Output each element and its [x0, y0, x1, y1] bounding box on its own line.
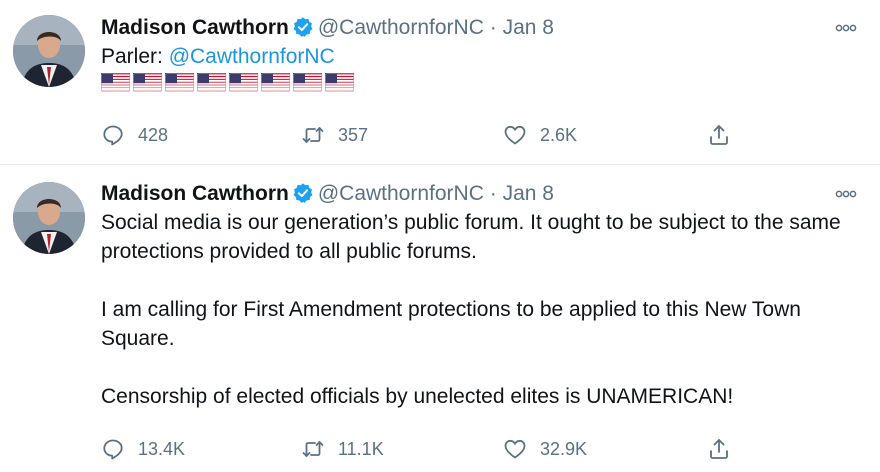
share-icon [710, 125, 728, 145]
flag-emoji-row: 🇺🇸🇺🇸🇺🇸🇺🇸🇺🇸🇺🇸🇺🇸🇺🇸 [101, 73, 860, 93]
tweet-actions: 428 357 2.6K [101, 119, 761, 151]
retweet-button[interactable]: 357 [301, 119, 368, 151]
avatar[interactable] [13, 15, 85, 87]
tweet-date[interactable]: Jan 8 [503, 16, 554, 39]
us-flag-emoji-icon [101, 73, 130, 92]
reply-icon [103, 125, 123, 146]
author-name[interactable]: Madison Cawthorn [101, 182, 289, 205]
avatar[interactable] [13, 182, 85, 254]
reply-count: 428 [138, 124, 169, 145]
heart-icon [504, 439, 526, 459]
share-button[interactable] [707, 433, 731, 465]
reply-count: 13.4K [138, 438, 186, 459]
verified-badge-icon [293, 17, 313, 37]
tweet-1[interactable]: Madison Cawthorn @CawthornforNC · Jan 8 P… [0, 0, 880, 164]
verified-badge-icon [293, 183, 313, 203]
tweet-header: Madison Cawthorn @CawthornforNC · Jan 8 [101, 180, 860, 208]
tweet-paragraph: Social media is our generation’s public … [101, 211, 841, 263]
tweet-header: Madison Cawthorn @CawthornforNC · Jan 8 [101, 14, 860, 42]
mention-link[interactable]: @CawthornforNC [169, 45, 335, 68]
reply-icon [103, 439, 123, 460]
like-button[interactable]: 2.6K [503, 119, 577, 151]
tweet-text: Social media is our generation’s public … [101, 208, 860, 411]
text-prefix: Parler: [101, 45, 169, 68]
heart-icon [504, 125, 526, 145]
avatar-photo [13, 182, 85, 254]
tweet-date[interactable]: Jan 8 [503, 182, 554, 205]
retweet-icon [302, 441, 324, 457]
separator-dot: · [489, 182, 497, 205]
more-options-icon[interactable] [832, 14, 860, 42]
us-flag-emoji-icon [229, 73, 258, 92]
reply-button[interactable]: 428 [101, 119, 168, 151]
reply-button[interactable]: 13.4K [101, 433, 185, 465]
author-name[interactable]: Madison Cawthorn [101, 16, 289, 39]
author-handle[interactable]: @CawthornforNC [318, 16, 484, 39]
retweet-button[interactable]: 11.1K [301, 433, 384, 465]
like-button[interactable]: 32.9K [503, 433, 587, 465]
retweet-icon [302, 127, 324, 143]
like-count: 32.9K [540, 438, 588, 459]
us-flag-emoji-icon [133, 73, 162, 92]
author-handle[interactable]: @CawthornforNC [318, 182, 484, 205]
like-count: 2.6K [540, 124, 578, 145]
us-flag-emoji-icon [165, 73, 194, 92]
us-flag-emoji-icon [261, 73, 290, 92]
share-icon [710, 439, 728, 459]
more-options-icon[interactable] [832, 180, 860, 208]
tweet-text: Parler: @CawthornforNC [101, 42, 860, 71]
separator-dot: · [489, 16, 497, 39]
tweet-actions: 13.4K 11.1K 32.9K [101, 433, 761, 465]
retweet-count: 11.1K [338, 438, 384, 459]
retweet-count: 357 [338, 124, 369, 145]
tweet-paragraph: I am calling for First Amendment protect… [101, 298, 801, 350]
us-flag-emoji-icon [197, 73, 226, 92]
tweet-paragraph: Censorship of elected officials by unele… [101, 385, 734, 408]
tweet-2[interactable]: Madison Cawthorn @CawthornforNC · Jan 8 S… [0, 165, 880, 472]
us-flag-emoji-icon [293, 73, 322, 92]
avatar-photo [13, 15, 85, 87]
share-button[interactable] [707, 119, 731, 151]
us-flag-emoji-icon [325, 73, 354, 92]
